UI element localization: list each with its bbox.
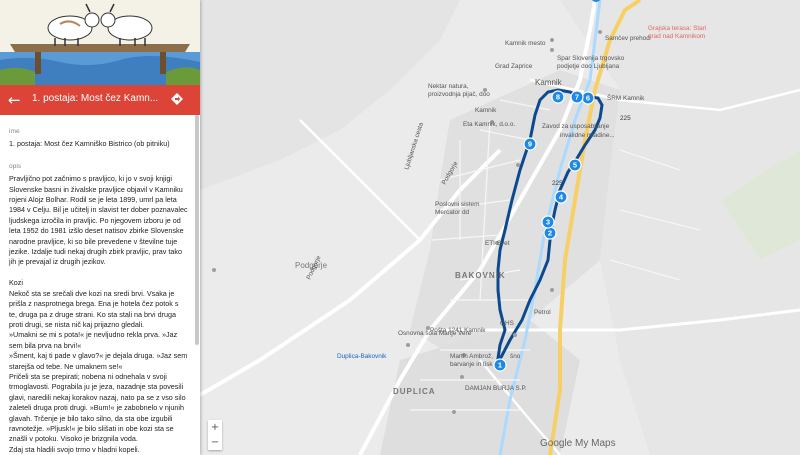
route-marker-3[interactable]: 3: [541, 215, 555, 229]
route-marker-9[interactable]: 9: [523, 137, 537, 151]
svg-text:5: 5: [573, 161, 577, 170]
svg-text:3: 3: [546, 218, 550, 227]
route-marker-2[interactable]: 2: [543, 226, 557, 240]
feature-title: 1. postaja: Most čez Kamn...: [32, 93, 159, 104]
zoom-in-button[interactable]: +: [208, 420, 222, 435]
route-marker-7[interactable]: 7: [570, 90, 584, 104]
svg-text:2: 2: [548, 229, 552, 238]
route-markers: 1 2 3 4 5 67 8 9: [493, 90, 595, 372]
route-marker-8[interactable]: 8: [551, 90, 565, 104]
detail-panel: ← 1. postaja: Most čez Kamn... ime 1. po…: [0, 0, 200, 455]
zoom-control: + −: [208, 420, 222, 450]
svg-text:8: 8: [556, 93, 560, 102]
google-my-maps-logo: Google My Maps: [540, 438, 616, 449]
route-marker-4[interactable]: 4: [554, 190, 568, 204]
goats-illustration: [0, 0, 200, 85]
svg-text:1: 1: [498, 361, 502, 370]
description-label: opis: [9, 162, 22, 170]
detail-content: ime 1. postaja: Most čez Kamniško Bistri…: [0, 115, 196, 455]
svg-text:7: 7: [575, 93, 579, 102]
map-canvas[interactable]: Grajska terasa: Stari grad nad Kamnikom …: [200, 0, 800, 455]
back-arrow-icon[interactable]: ←: [8, 91, 24, 109]
detail-header: ← 1. postaja: Most čez Kamn...: [0, 85, 200, 115]
route-marker-5[interactable]: 5: [568, 158, 582, 172]
svg-text:6: 6: [586, 94, 590, 103]
directions-icon[interactable]: [171, 93, 183, 105]
app: ← 1. postaja: Most čez Kamn... ime 1. po…: [0, 0, 800, 455]
description-text: Pravljično pot začnimo s pravljico, ki j…: [9, 174, 188, 454]
zoom-out-button[interactable]: −: [208, 435, 222, 450]
svg-text:9: 9: [528, 140, 532, 149]
sidebar-scrollbar[interactable]: [195, 115, 199, 345]
route-marker-6[interactable]: 6: [581, 91, 595, 105]
name-value: 1. postaja: Most čez Kamniško Bistrico (…: [9, 139, 170, 149]
name-label: ime: [9, 128, 20, 135]
route-marker-1[interactable]: 1: [493, 358, 507, 372]
